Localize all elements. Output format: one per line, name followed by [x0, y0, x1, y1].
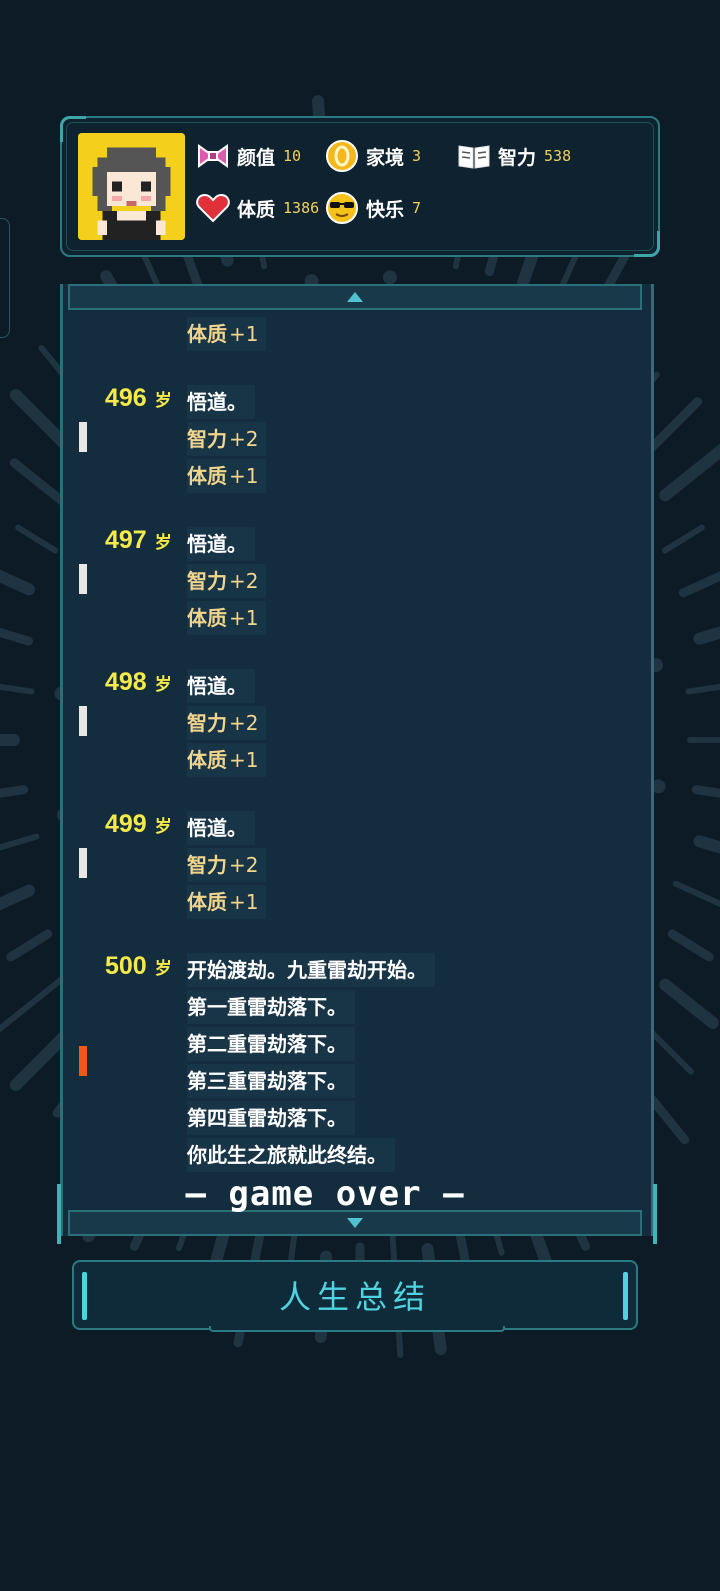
entry-marker [79, 422, 87, 452]
log-event-line: 开始渡劫。九重雷劫开始。 [187, 953, 435, 987]
life-summary-label: 人生总结 [278, 1278, 431, 1316]
coin-icon [326, 140, 358, 172]
log-event-line: 第三重雷劫落下。 [187, 1064, 355, 1098]
stat-constitution: 体质 1386 [195, 188, 319, 228]
log-event-line: 悟道。 [187, 669, 255, 703]
book-icon [458, 145, 490, 169]
entry-marker [79, 848, 87, 878]
entry-marker-final [79, 1046, 87, 1076]
stat-label: 颜值 [237, 146, 276, 169]
log-event-line: 悟道。 [187, 811, 255, 845]
log-gain-line: 智力 +2 [187, 564, 267, 598]
arrow-down-icon [347, 1218, 363, 1228]
stat-label: 快乐 [366, 198, 405, 221]
sunglasses-face-icon [326, 192, 358, 224]
log-gain-line: 体质 +1 [187, 317, 267, 351]
heart-icon [196, 193, 230, 223]
log-event-line: 第四重雷劫落下。 [187, 1101, 355, 1135]
stat-value: 3 [412, 147, 422, 165]
bow-icon [198, 144, 228, 168]
stat-intelligence: 智力 538 [456, 136, 571, 176]
log-gain-line: 智力 +2 [187, 848, 267, 882]
stat-family: 家境 3 [324, 136, 421, 176]
life-summary-button[interactable]: 人生总结 [72, 1260, 638, 1332]
stat-label: 智力 [498, 146, 537, 169]
entry-marker [79, 706, 87, 736]
stat-value: 538 [544, 147, 572, 165]
log-gain-line: 智力 +2 [187, 422, 267, 456]
character-stats-panel: 颜值 10 家境 3 智力 538 体质 1386 快乐 7 [60, 116, 660, 257]
stat-label: 体质 [237, 198, 276, 221]
log-event-line: 悟道。 [187, 385, 255, 419]
log-gain-line: 体质 +1 [187, 601, 267, 635]
log-event-line: 你此生之旅就此终结。 [187, 1138, 395, 1172]
scroll-up-button[interactable] [68, 284, 642, 310]
stat-value: 10 [283, 147, 302, 165]
log-gain-line: 体质 +1 [187, 743, 267, 777]
life-log-panel[interactable]: 体质 +1 496 岁 悟道。 智力 +2 体质 +1 497 岁 悟道。 智力 +2 体质… [57, 284, 657, 1244]
log-event-line: 第二重雷劫落下。 [187, 1027, 355, 1061]
stat-label: 家境 [366, 146, 405, 169]
log-event-line: 悟道。 [187, 527, 255, 561]
log-gain-line: 智力 +2 [187, 706, 267, 740]
entry-marker [79, 564, 87, 594]
avatar[interactable] [78, 133, 185, 240]
log-event-line: 第一重雷劫落下。 [187, 990, 355, 1024]
arrow-up-icon [347, 292, 363, 302]
stat-appearance: 颜值 10 [195, 136, 301, 176]
log-gain-line: 体质 +1 [187, 459, 267, 493]
pixel-avatar-icon [78, 133, 185, 240]
log-gain-line: 体质 +1 [187, 885, 267, 919]
side-drawer-tab[interactable] [0, 218, 10, 338]
stat-value: 7 [412, 199, 422, 217]
stat-value: 1386 [283, 199, 320, 217]
game-over-label: — game over — [185, 1174, 465, 1214]
stat-happiness: 快乐 7 [324, 188, 421, 228]
